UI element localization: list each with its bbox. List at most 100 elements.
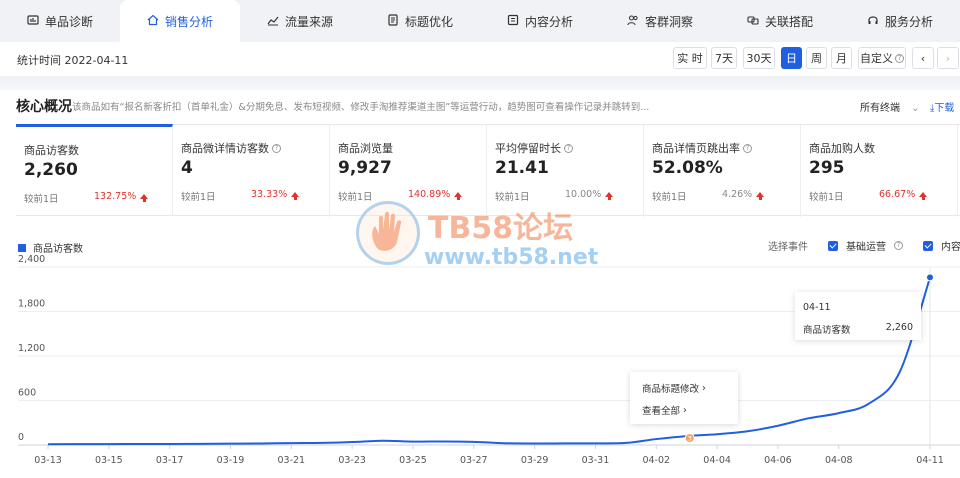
- metric-change-value: 4.26%: [722, 189, 753, 200]
- data-point: [926, 273, 934, 282]
- period-7d-button[interactable]: 7天: [711, 47, 737, 69]
- popup-view-all-link[interactable]: 查看全部 ›: [642, 403, 687, 418]
- tab-2[interactable]: 流量来源: [240, 0, 360, 42]
- x-tick-label: 03-27: [460, 455, 488, 466]
- arrow-up-icon: [919, 192, 928, 200]
- tooltip-value: 2,260: [885, 322, 913, 333]
- metric-compare-label: 较前1日: [338, 192, 373, 203]
- core-overview-desc: 该商品如有“报名新客折扣（首单礼金）&分期免息、发布短视频、修改手淘推荐渠道主图…: [72, 102, 650, 113]
- home-icon: [147, 14, 159, 29]
- metric-compare-label: 较前1日: [495, 192, 530, 203]
- basic-ops-checkbox[interactable]: [828, 240, 838, 251]
- metric-value: 9,927: [338, 158, 392, 178]
- metric-value: 52.08%: [652, 158, 723, 178]
- tab-label: 销售分析: [164, 14, 213, 29]
- period-month-button[interactable]: 月: [831, 47, 852, 69]
- metric-card[interactable]: 平均停留时长? 21.41 较前1日 10.00%: [487, 125, 644, 217]
- period-realtime-button[interactable]: 实 时: [673, 47, 707, 69]
- popup-title-change-link[interactable]: 商品标题修改 ›: [642, 381, 706, 396]
- list-icon: [507, 14, 519, 29]
- terminal-select-label: 所有终端: [860, 103, 900, 114]
- tab-label: 关联搭配: [764, 14, 813, 29]
- download-button[interactable]: ⤓下载: [930, 99, 954, 114]
- content-ops-label: 内容运营: [941, 242, 960, 253]
- x-tick-label: 04-11: [916, 455, 944, 466]
- doc-icon: [387, 13, 399, 29]
- metric-change-value: 33.33%: [251, 189, 288, 200]
- event-marker-label: 3: [688, 435, 692, 443]
- period-day-button[interactable]: 日: [781, 47, 802, 69]
- metric-label-text: 商品微详情访客数: [181, 142, 269, 155]
- top-nav: 单品诊断 销售分析 流量来源 标题优化 内容分析 客群洞察 关联搭配 服务分析: [0, 0, 960, 42]
- core-overview-title: 核心概况: [16, 99, 72, 115]
- legend-swatch: [18, 243, 26, 252]
- arrow-up-icon: [140, 194, 149, 202]
- metric-card[interactable]: 商品加购人数 295 较前1日 66.67%: [801, 125, 958, 217]
- period-custom-label: 自定义: [860, 52, 893, 65]
- tab-3[interactable]: 标题优化: [360, 0, 480, 42]
- link-icon: [747, 14, 759, 29]
- metric-card[interactable]: 商品访客数 2,260 较前1日 132.75%: [16, 124, 173, 216]
- metric-compare-label: 较前1日: [809, 192, 844, 203]
- headset-icon: [867, 14, 879, 29]
- metric-label: 平均停留时长?: [495, 140, 573, 156]
- download-label: 下载: [934, 103, 955, 114]
- legend-label: 商品访客数: [33, 244, 83, 255]
- y-tick-label: 600: [18, 388, 36, 399]
- metric-label-text: 商品访客数: [24, 144, 79, 157]
- metric-compare-label: 较前1日: [181, 192, 216, 203]
- tab-0[interactable]: 单品诊断: [0, 0, 120, 42]
- metric-change: 132.75%: [94, 191, 149, 202]
- chevron-down-icon: ⌄: [911, 103, 920, 114]
- metric-card[interactable]: 商品微详情访客数? 4 较前1日 33.33%: [173, 125, 330, 217]
- content-ops-checkbox[interactable]: [923, 240, 933, 251]
- x-tick-label: 03-19: [217, 455, 245, 466]
- period-30d-button[interactable]: 30天: [743, 47, 775, 69]
- metric-change-value: 66.67%: [879, 189, 916, 200]
- metric-value: 2,260: [24, 160, 78, 180]
- metric-value: 4: [181, 158, 193, 178]
- tooltip-date: 04-11: [803, 302, 831, 313]
- event-popup: 商品标题修改 › 查看全部 ›: [630, 372, 738, 424]
- chevron-right-icon: ›: [683, 404, 687, 416]
- metric-card[interactable]: 商品详情页跳出率? 52.08% 较前1日 4.26%: [644, 125, 801, 217]
- tab-7[interactable]: 服务分析: [840, 0, 960, 42]
- x-tick-label: 03-15: [95, 455, 123, 466]
- x-tick-label: 03-13: [34, 455, 62, 466]
- tab-label: 单品诊断: [44, 14, 93, 29]
- metric-label-text: 商品浏览量: [338, 142, 393, 155]
- x-tick-label: 03-21: [278, 455, 306, 466]
- tab-label: 客群洞察: [644, 14, 693, 29]
- arrow-up-icon: [605, 192, 614, 200]
- tab-1[interactable]: 销售分析: [120, 0, 240, 42]
- tab-label: 服务分析: [884, 14, 933, 29]
- metric-change-value: 140.89%: [408, 189, 451, 200]
- metric-change: 33.33%: [251, 189, 300, 200]
- period-week-button[interactable]: 周: [806, 47, 827, 69]
- period-custom-button[interactable]: 自定义 ?: [858, 47, 906, 69]
- x-tick-label: 04-02: [642, 455, 670, 466]
- arrow-up-icon: [291, 192, 300, 200]
- terminal-select[interactable]: 所有终端 ⌄: [860, 99, 920, 114]
- metric-label-text: 商品加购人数: [809, 142, 875, 155]
- x-tick-label: 04-04: [703, 455, 731, 466]
- tab-4[interactable]: 内容分析: [480, 0, 600, 42]
- basic-ops-label: 基础运营: [846, 242, 886, 253]
- next-date-button[interactable]: ›: [937, 47, 959, 69]
- tab-label: 内容分析: [524, 14, 573, 29]
- metric-change-value: 10.00%: [565, 189, 602, 200]
- prev-date-button[interactable]: ‹: [912, 47, 934, 69]
- arrow-up-icon: [756, 192, 765, 200]
- metric-card[interactable]: 商品浏览量 9,927 较前1日 140.89%: [330, 125, 487, 217]
- help-icon: ?: [743, 143, 752, 153]
- metric-label-text: 商品详情页跳出率: [652, 142, 740, 155]
- x-tick-label: 03-29: [521, 455, 549, 466]
- metric-change: 66.67%: [879, 189, 928, 200]
- help-icon: ?: [564, 143, 573, 153]
- popup-item-label: 查看全部: [642, 406, 681, 417]
- time-bar: 统计时间 2022-04-11 实 时 7天 30天 日 周 月 自定义 ? ‹…: [0, 42, 960, 76]
- tab-5[interactable]: 客群洞察: [600, 0, 720, 42]
- visitor-trend-chart[interactable]: 0 600 1,200 1,800 2,400 03-13 03-15 03-17 03-19 0…: [0, 255, 960, 478]
- metric-change-value: 132.75%: [94, 191, 137, 202]
- tab-6[interactable]: 关联搭配: [720, 0, 840, 42]
